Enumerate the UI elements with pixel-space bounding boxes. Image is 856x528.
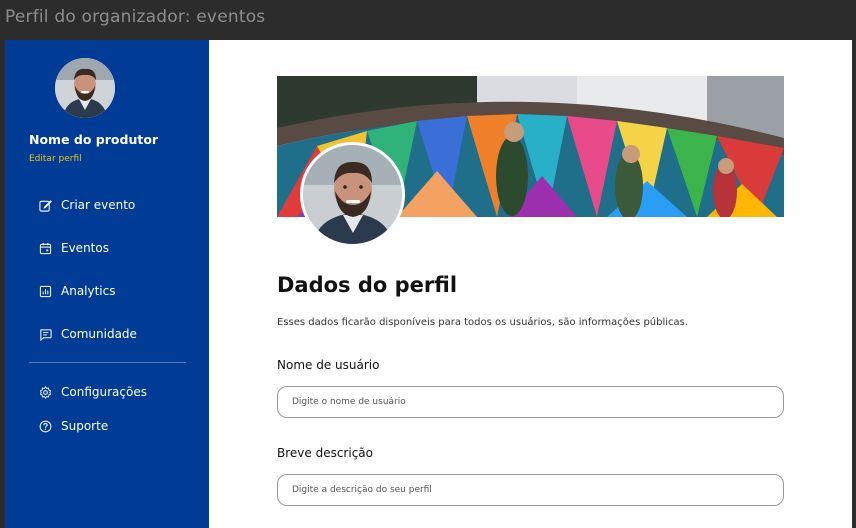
username-label: Nome de usuário bbox=[277, 358, 380, 372]
profile-avatar[interactable] bbox=[300, 142, 405, 247]
producer-name: Nome do produtor bbox=[29, 132, 159, 147]
nav-item-label: Criar evento bbox=[61, 198, 136, 212]
avatar-photo bbox=[55, 58, 115, 118]
sidebar: Nome do produtor Editar perfil Criar eve… bbox=[5, 40, 209, 528]
page-title: Dados do perfil bbox=[277, 273, 458, 297]
analytics-icon bbox=[39, 285, 52, 297]
nav-item-suporte[interactable]: Suporte bbox=[39, 419, 108, 433]
gear-icon bbox=[39, 385, 52, 399]
nav-item-criar-evento[interactable]: Criar evento bbox=[39, 198, 135, 212]
avatar[interactable] bbox=[55, 58, 115, 118]
section-description: Esses dados ficarão disponíveis para tod… bbox=[277, 317, 689, 328]
nav-item-comunidade[interactable]: Comunidade bbox=[39, 327, 137, 341]
nav-item-label: Suporte bbox=[61, 419, 109, 433]
nav-item-label: Eventos bbox=[61, 241, 109, 255]
help-icon bbox=[39, 420, 52, 432]
chat-icon bbox=[40, 328, 52, 341]
nav-item-eventos[interactable]: Eventos bbox=[39, 241, 109, 255]
app-frame: Nome do produtor Editar perfil Criar eve… bbox=[5, 40, 852, 528]
calendar-icon bbox=[39, 242, 52, 254]
description-label: Breve descrição bbox=[277, 446, 373, 460]
edit-profile-link[interactable]: Editar perfil bbox=[29, 154, 82, 164]
main-content: Dados do perfil Esses dados ficarão disp… bbox=[209, 40, 852, 528]
sidebar-divider bbox=[29, 362, 186, 363]
nav-item-label: Analytics bbox=[61, 284, 116, 298]
description-input[interactable] bbox=[277, 474, 784, 506]
username-input[interactable] bbox=[277, 386, 784, 418]
nav-item-label: Configurações bbox=[61, 385, 147, 399]
nav-item-configuracoes[interactable]: Configurações bbox=[39, 385, 147, 399]
nav-item-label: Comunidade bbox=[61, 327, 137, 341]
window-title: Perfil do organizador: eventos bbox=[5, 7, 266, 27]
nav-item-analytics[interactable]: Analytics bbox=[39, 284, 116, 298]
edit-icon bbox=[39, 199, 52, 212]
avatar-photo bbox=[303, 145, 402, 244]
